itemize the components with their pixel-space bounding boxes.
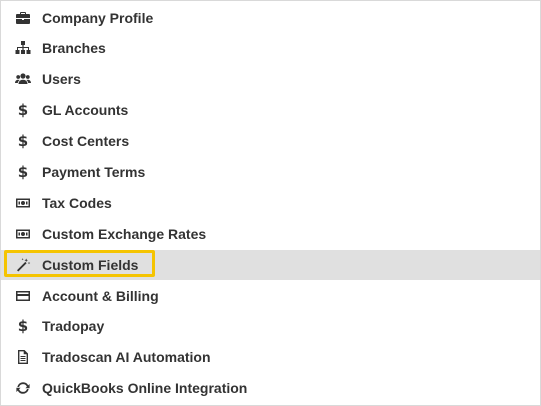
banknote-icon [14,194,32,212]
menu-item-label: Branches [42,40,106,56]
sitemap-icon [14,39,32,57]
menu-item-payment-terms[interactable]: $ Payment Terms [1,157,540,187]
menu-item-cost-centers[interactable]: $ Cost Centers [1,126,540,156]
menu-item-label: GL Accounts [42,102,129,118]
settings-menu-panel: Company Profile Branches Users $ GL Acco… [0,0,541,406]
document-icon [14,348,32,366]
sync-icon [14,379,32,397]
menu-item-gl-accounts[interactable]: $ GL Accounts [1,95,540,125]
dollar-icon: $ [17,317,29,335]
menu-item-label: QuickBooks Online Integration [42,380,248,396]
menu-item-label: Custom Exchange Rates [42,226,207,242]
users-icon [14,70,32,88]
banknote-icon [14,225,32,243]
menu-item-label: Account & Billing [42,288,159,304]
menu-item-label: Tax Codes [42,195,112,211]
menu-item-label: Users [42,71,81,87]
menu-item-company-profile[interactable]: Company Profile [1,3,540,33]
menu-item-label: Tradopay [42,318,105,334]
menu-item-branches[interactable]: Branches [1,33,540,63]
menu-item-label: Custom Fields [42,257,139,273]
dollar-icon: $ [17,132,29,150]
menu-item-label: Cost Centers [42,133,130,149]
menu-item-label: Payment Terms [42,164,146,180]
credit-card-icon [14,287,32,305]
menu-item-tradoscan-ai-automation[interactable]: Tradoscan AI Automation [1,342,540,372]
menu-item-users[interactable]: Users [1,64,540,94]
menu-item-tradopay[interactable]: $ Tradopay [1,311,540,341]
magic-wand-icon [14,256,32,274]
dollar-icon: $ [17,101,29,119]
menu-item-custom-exchange-rates[interactable]: Custom Exchange Rates [1,219,540,249]
menu-item-label: Tradoscan AI Automation [42,349,211,365]
dollar-icon: $ [17,163,29,181]
briefcase-icon [14,9,32,27]
menu-item-account-billing[interactable]: Account & Billing [1,281,540,311]
menu-item-tax-codes[interactable]: Tax Codes [1,188,540,218]
menu-item-label: Company Profile [42,10,154,26]
menu-item-custom-fields[interactable]: Custom Fields [1,250,540,280]
menu-item-quickbooks-online-integration[interactable]: QuickBooks Online Integration [1,373,540,403]
